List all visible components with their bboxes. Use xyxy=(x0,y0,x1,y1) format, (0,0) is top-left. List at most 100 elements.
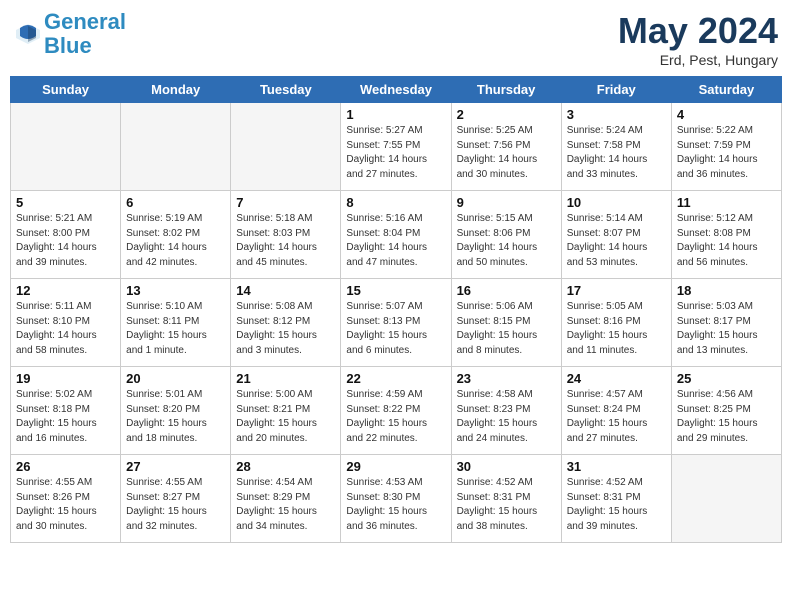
cell-info: Sunrise: 5:02 AM Sunset: 8:18 PM Dayligh… xyxy=(16,388,115,446)
week-row-2: 5Sunrise: 5:21 AM Sunset: 8:00 PM Daylig… xyxy=(11,191,782,279)
day-number: 15 xyxy=(346,283,445,298)
week-row-3: 12 Sunrise: 5:11 AM Sunset: 8:10 PM Dayli… xyxy=(11,279,782,367)
weekday-header-thursday: Thursday xyxy=(451,77,561,103)
calendar-cell: 12 Sunrise: 5:11 AM Sunset: 8:10 PM Dayli… xyxy=(11,279,121,367)
header: General Blue May 2024 Erd, Pest, Hungary xyxy=(10,10,782,68)
calendar-cell: 10Sunrise: 5:14 AM Sunset: 8:07 PM Dayli… xyxy=(561,191,671,279)
cell-info: Sunrise: 4:59 AM Sunset: 8:22 PM Dayligh… xyxy=(346,388,445,446)
cell-info: Sunrise: 5:21 AM Sunset: 8:00 PM Dayligh… xyxy=(16,212,115,270)
cell-info: Sunrise: 4:57 AM Sunset: 8:24 PM Dayligh… xyxy=(567,388,666,446)
cell-info: Sunrise: 5:05 AM Sunset: 8:16 PM Dayligh… xyxy=(567,300,666,358)
calendar-cell: 6 Sunrise: 5:19 AM Sunset: 8:02 PM Daylig… xyxy=(121,191,231,279)
weekday-header-sunday: Sunday xyxy=(11,77,121,103)
cell-info: Sunrise: 5:27 AM Sunset: 7:55 PM Dayligh… xyxy=(346,124,445,182)
cell-info: Sunrise: 5:10 AM Sunset: 8:11 PM Dayligh… xyxy=(126,300,225,358)
calendar-cell: 20Sunrise: 5:01 AM Sunset: 8:20 PM Dayli… xyxy=(121,367,231,455)
cell-info: Sunrise: 5:18 AM Sunset: 8:03 PM Dayligh… xyxy=(236,212,335,270)
cell-info: Sunrise: 5:00 AM Sunset: 8:21 PM Dayligh… xyxy=(236,388,335,446)
calendar-cell: 5Sunrise: 5:21 AM Sunset: 8:00 PM Daylig… xyxy=(11,191,121,279)
calendar-cell xyxy=(671,455,781,543)
cell-info: Sunrise: 5:08 AM Sunset: 8:12 PM Dayligh… xyxy=(236,300,335,358)
logo: General Blue xyxy=(14,10,126,58)
cell-info: Sunrise: 5:11 AM Sunset: 8:10 PM Dayligh… xyxy=(16,300,115,358)
day-number: 9 xyxy=(457,195,556,210)
cell-info: Sunrise: 4:53 AM Sunset: 8:30 PM Dayligh… xyxy=(346,476,445,534)
logo-line2: Blue xyxy=(44,33,92,58)
cell-info: Sunrise: 5:25 AM Sunset: 7:56 PM Dayligh… xyxy=(457,124,556,182)
calendar-cell: 28 Sunrise: 4:54 AM Sunset: 8:29 PM Dayli… xyxy=(231,455,341,543)
day-number: 1 xyxy=(346,107,445,122)
cell-info: Sunrise: 5:07 AM Sunset: 8:13 PM Dayligh… xyxy=(346,300,445,358)
cell-info: Sunrise: 5:15 AM Sunset: 8:06 PM Dayligh… xyxy=(457,212,556,270)
calendar-cell xyxy=(231,103,341,191)
day-number: 23 xyxy=(457,371,556,386)
calendar-cell: 17 Sunrise: 5:05 AM Sunset: 8:16 PM Dayli… xyxy=(561,279,671,367)
calendar-cell: 31Sunrise: 4:52 AM Sunset: 8:31 PM Dayli… xyxy=(561,455,671,543)
cell-info: Sunrise: 4:58 AM Sunset: 8:23 PM Dayligh… xyxy=(457,388,556,446)
calendar-cell: 29 Sunrise: 4:53 AM Sunset: 8:30 PM Dayli… xyxy=(341,455,451,543)
calendar-cell: 11Sunrise: 5:12 AM Sunset: 8:08 PM Dayli… xyxy=(671,191,781,279)
day-number: 6 xyxy=(126,195,225,210)
calendar-cell: 30Sunrise: 4:52 AM Sunset: 8:31 PM Dayli… xyxy=(451,455,561,543)
day-number: 24 xyxy=(567,371,666,386)
calendar-cell: 27 Sunrise: 4:55 AM Sunset: 8:27 PM Dayli… xyxy=(121,455,231,543)
week-row-4: 19 Sunrise: 5:02 AM Sunset: 8:18 PM Dayli… xyxy=(11,367,782,455)
calendar-cell: 23 Sunrise: 4:58 AM Sunset: 8:23 PM Dayli… xyxy=(451,367,561,455)
cell-info: Sunrise: 5:12 AM Sunset: 8:08 PM Dayligh… xyxy=(677,212,776,270)
day-number: 21 xyxy=(236,371,335,386)
weekday-header-tuesday: Tuesday xyxy=(231,77,341,103)
day-number: 3 xyxy=(567,107,666,122)
day-number: 29 xyxy=(346,459,445,474)
logo-line1: General xyxy=(44,9,126,34)
day-number: 16 xyxy=(457,283,556,298)
weekday-header-row: SundayMondayTuesdayWednesdayThursdayFrid… xyxy=(11,77,782,103)
day-number: 22 xyxy=(346,371,445,386)
logo-icon xyxy=(14,20,42,48)
calendar-cell: 8Sunrise: 5:16 AM Sunset: 8:04 PM Daylig… xyxy=(341,191,451,279)
calendar-cell: 1 Sunrise: 5:27 AM Sunset: 7:55 PM Daylig… xyxy=(341,103,451,191)
calendar-cell: 18 Sunrise: 5:03 AM Sunset: 8:17 PM Dayli… xyxy=(671,279,781,367)
day-number: 17 xyxy=(567,283,666,298)
cell-info: Sunrise: 4:55 AM Sunset: 8:26 PM Dayligh… xyxy=(16,476,115,534)
calendar-cell: 2 Sunrise: 5:25 AM Sunset: 7:56 PM Daylig… xyxy=(451,103,561,191)
weekday-header-wednesday: Wednesday xyxy=(341,77,451,103)
weekday-header-friday: Friday xyxy=(561,77,671,103)
day-number: 30 xyxy=(457,459,556,474)
day-number: 13 xyxy=(126,283,225,298)
calendar-cell: 15 Sunrise: 5:07 AM Sunset: 8:13 PM Dayli… xyxy=(341,279,451,367)
weekday-header-monday: Monday xyxy=(121,77,231,103)
cell-info: Sunrise: 4:55 AM Sunset: 8:27 PM Dayligh… xyxy=(126,476,225,534)
cell-info: Sunrise: 5:06 AM Sunset: 8:15 PM Dayligh… xyxy=(457,300,556,358)
day-number: 12 xyxy=(16,283,115,298)
cell-info: Sunrise: 4:54 AM Sunset: 8:29 PM Dayligh… xyxy=(236,476,335,534)
month-title: May 2024 xyxy=(618,10,778,52)
day-number: 25 xyxy=(677,371,776,386)
location-subtitle: Erd, Pest, Hungary xyxy=(618,52,778,68)
day-number: 27 xyxy=(126,459,225,474)
cell-info: Sunrise: 5:22 AM Sunset: 7:59 PM Dayligh… xyxy=(677,124,776,182)
cell-info: Sunrise: 5:19 AM Sunset: 8:02 PM Dayligh… xyxy=(126,212,225,270)
calendar-table: SundayMondayTuesdayWednesdayThursdayFrid… xyxy=(10,76,782,543)
title-area: May 2024 Erd, Pest, Hungary xyxy=(618,10,778,68)
day-number: 8 xyxy=(346,195,445,210)
calendar-cell xyxy=(11,103,121,191)
calendar-cell: 16 Sunrise: 5:06 AM Sunset: 8:15 PM Dayli… xyxy=(451,279,561,367)
cell-info: Sunrise: 4:56 AM Sunset: 8:25 PM Dayligh… xyxy=(677,388,776,446)
calendar-cell: 19 Sunrise: 5:02 AM Sunset: 8:18 PM Dayli… xyxy=(11,367,121,455)
calendar-cell: 7Sunrise: 5:18 AM Sunset: 8:03 PM Daylig… xyxy=(231,191,341,279)
calendar-cell: 9 Sunrise: 5:15 AM Sunset: 8:06 PM Daylig… xyxy=(451,191,561,279)
calendar-cell: 26Sunrise: 4:55 AM Sunset: 8:26 PM Dayli… xyxy=(11,455,121,543)
day-number: 2 xyxy=(457,107,556,122)
logo-text: General Blue xyxy=(44,10,126,58)
calendar-cell: 14 Sunrise: 5:08 AM Sunset: 8:12 PM Dayli… xyxy=(231,279,341,367)
day-number: 28 xyxy=(236,459,335,474)
calendar-cell: 21 Sunrise: 5:00 AM Sunset: 8:21 PM Dayli… xyxy=(231,367,341,455)
day-number: 19 xyxy=(16,371,115,386)
day-number: 20 xyxy=(126,371,225,386)
cell-info: Sunrise: 4:52 AM Sunset: 8:31 PM Dayligh… xyxy=(567,476,666,534)
day-number: 14 xyxy=(236,283,335,298)
day-number: 18 xyxy=(677,283,776,298)
calendar-cell: 25 Sunrise: 4:56 AM Sunset: 8:25 PM Dayli… xyxy=(671,367,781,455)
cell-info: Sunrise: 5:03 AM Sunset: 8:17 PM Dayligh… xyxy=(677,300,776,358)
calendar-cell: 22 Sunrise: 4:59 AM Sunset: 8:22 PM Dayli… xyxy=(341,367,451,455)
